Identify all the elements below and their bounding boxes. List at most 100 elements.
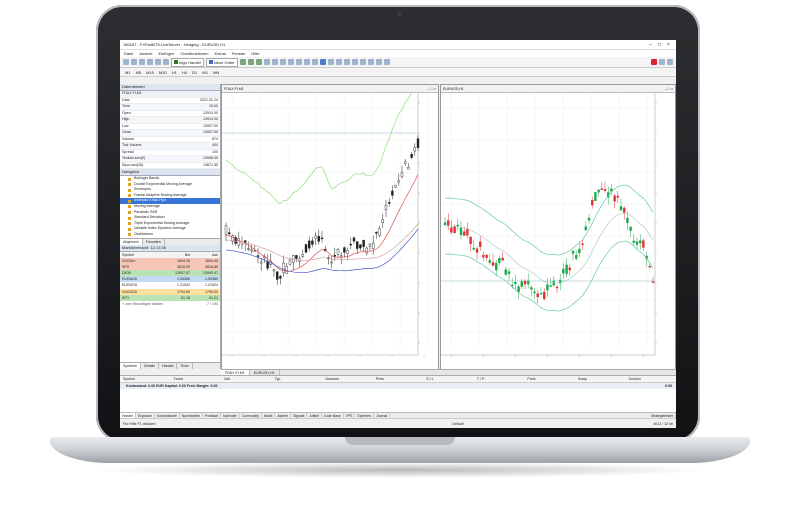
shapes-icon[interactable] — [383, 59, 390, 65]
trade-column-header[interactable]: Ticket — [171, 376, 222, 382]
search-icon[interactable] — [659, 59, 665, 65]
new-chart-icon[interactable] — [123, 59, 129, 65]
candle-body — [574, 254, 578, 259]
data-window-key: Tick Volume — [122, 143, 142, 147]
tab-handel[interactable]: Handel — [159, 363, 178, 369]
chart-left-canvas[interactable] — [222, 93, 438, 370]
timeframe-h4[interactable]: H4 — [181, 70, 188, 75]
candle-body — [632, 240, 636, 243]
timeframe-w1[interactable]: W1 — [201, 70, 209, 75]
trade-column-header[interactable]: Volumen — [322, 376, 373, 382]
channel-icon[interactable] — [359, 59, 366, 65]
trade-column-header[interactable]: Swap — [575, 376, 626, 382]
candle-body — [311, 240, 314, 245]
chart-left-minimize-icon[interactable]: – □ × — [428, 87, 436, 91]
templates-icon[interactable] — [311, 59, 318, 65]
timeframe-h1[interactable]: H1 — [171, 70, 178, 75]
trade-column-header[interactable]: Preis — [524, 376, 575, 382]
data-window-icon[interactable] — [147, 59, 153, 65]
market-watch-title: Marktübersicht: 12:13:45 — [120, 244, 220, 252]
minimize-icon[interactable]: – — [646, 42, 655, 48]
chart-window-right[interactable]: EURUSD,H1 – □ × — [440, 84, 676, 371]
candle-body — [600, 188, 604, 190]
data-window-rows: Date 2021.02.24 Time 10:00 Open 13910.00 High 1… — [120, 98, 220, 169]
chart-right-title: EURUSD,H1 — [443, 86, 464, 91]
candle-body — [368, 244, 372, 247]
trade-column-header[interactable]: Typ — [272, 376, 323, 382]
market-watch-add-row[interactable]: + zum Hinzufügen klicken 7 / 193 — [120, 301, 220, 307]
candle-body — [443, 222, 447, 226]
data-window-value: 13871.50 — [203, 162, 218, 167]
tab-symbole[interactable]: Symbole — [120, 363, 141, 369]
account-icon[interactable] — [651, 59, 657, 65]
chart-window-left[interactable]: FDAX.FI,M1 – □ × — [221, 84, 439, 371]
algo-trading-button[interactable]: Algo Handel — [171, 57, 204, 67]
grid-icon[interactable] — [279, 59, 286, 65]
timeframe-m1[interactable]: M1 — [124, 70, 132, 75]
trade-column-header[interactable]: Gewinn — [625, 376, 676, 382]
chart-right-canvas[interactable] — [441, 93, 675, 370]
navigator-icon[interactable] — [155, 59, 161, 65]
horizontal-line-icon[interactable] — [343, 59, 350, 65]
candle-body — [504, 269, 507, 275]
fibonacci-icon[interactable] — [367, 59, 374, 65]
candle-body — [622, 207, 626, 213]
window-title: 180187 - FXFlatMT5-LiveServer - Hedging … — [123, 42, 226, 47]
chart-shift-icon[interactable] — [295, 59, 302, 65]
trade-column-header[interactable]: T / P — [474, 376, 525, 382]
trade-column-header[interactable]: Symbol — [120, 376, 171, 382]
candle-body — [546, 284, 549, 291]
new-order-button[interactable]: Neue Order — [205, 57, 238, 67]
menu-hilfe[interactable]: Hilfe — [251, 51, 259, 56]
menu-chartfunktionen[interactable]: Chartfunktionen — [180, 51, 208, 56]
terminal-icon[interactable] — [163, 59, 169, 65]
trade-column-header[interactable]: Zeit — [221, 376, 272, 382]
market-watch-icon[interactable] — [139, 59, 145, 65]
candle-body — [565, 264, 568, 274]
close-icon[interactable]: × — [664, 42, 673, 48]
menu-einfuegen[interactable]: Einfügen — [158, 51, 174, 56]
trade-column-header[interactable]: Preis — [373, 376, 424, 382]
menu-extras[interactable]: Extras — [215, 51, 226, 56]
candle-body — [394, 184, 397, 188]
maximize-icon[interactable]: □ — [655, 42, 664, 48]
timeframe-d1[interactable]: D1 — [191, 70, 198, 75]
timeframe-m15[interactable]: M15 — [145, 70, 155, 75]
screen: 180187 - FXFlatMT5-LiveServer - Hedging … — [120, 40, 676, 428]
data-window-symbol-label: FDAX.FI,M1 — [122, 91, 142, 95]
crosshair-icon[interactable] — [327, 59, 334, 65]
candle-body — [349, 243, 353, 246]
candle-body — [407, 166, 410, 170]
profiles-icon[interactable] — [131, 59, 137, 65]
zoom-in-icon[interactable] — [263, 59, 270, 65]
menu-fenster[interactable]: Fenster — [232, 51, 246, 56]
candle-body — [336, 248, 340, 255]
candlestick-icon[interactable] — [247, 59, 254, 65]
line-chart-icon[interactable] — [255, 59, 262, 65]
zoom-out-icon[interactable] — [271, 59, 278, 65]
autoscroll-icon[interactable] — [287, 59, 294, 65]
tab-ticks[interactable]: Ticks — [177, 363, 193, 369]
text-icon[interactable] — [375, 59, 382, 65]
indicators-icon[interactable] — [303, 59, 310, 65]
candle-body — [648, 266, 652, 268]
tab-favoriten[interactable]: Favoriten — [143, 238, 165, 245]
menu-ansicht[interactable]: Ansicht — [139, 51, 152, 56]
trendline-icon[interactable] — [351, 59, 358, 65]
vertical-line-icon[interactable] — [335, 59, 342, 65]
tab-details[interactable]: Details — [141, 363, 159, 369]
timeframe-m5[interactable]: M5 — [135, 70, 143, 75]
candle-body — [413, 147, 417, 152]
navigator-item[interactable]: Oszillatoren — [120, 232, 220, 238]
menu-datei[interactable]: Datei — [124, 51, 133, 56]
trade-column-header[interactable]: S / L — [423, 376, 474, 382]
bar-chart-icon[interactable] — [239, 59, 246, 65]
data-window-key: Spread — [122, 149, 134, 154]
timeframe-mn[interactable]: MN — [212, 70, 220, 75]
timeframe-m30[interactable]: M30 — [158, 70, 168, 75]
candle-body — [590, 200, 594, 206]
settings-icon[interactable] — [667, 59, 673, 65]
tab-allgemein[interactable]: Allgemein — [120, 238, 143, 245]
cursor-icon[interactable] — [319, 59, 326, 65]
chart-right-minimize-icon[interactable]: – □ × — [665, 87, 673, 91]
